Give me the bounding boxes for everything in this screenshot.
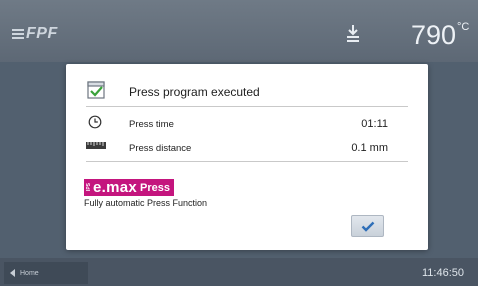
function-description: Fully automatic Press Function bbox=[84, 198, 208, 208]
dialog-title: Press program executed bbox=[129, 85, 260, 99]
logo-lines-icon bbox=[12, 27, 24, 41]
emax-press-logo: IPS e.max Press bbox=[84, 179, 175, 196]
bottom-bar: Home 11:46:50 bbox=[0, 258, 478, 286]
press-distance-value: 0.1 mm bbox=[351, 142, 388, 154]
temperature-unit: °C bbox=[457, 21, 470, 33]
heater-icon bbox=[347, 25, 359, 42]
brand-prefix: IPS bbox=[86, 183, 92, 192]
back-arrow-icon bbox=[10, 269, 15, 277]
press-time-value: 01:11 bbox=[361, 118, 388, 130]
press-distance-label: Press distance bbox=[129, 143, 192, 154]
home-label: Home bbox=[20, 269, 39, 277]
clock-icon bbox=[88, 115, 102, 129]
logo-text: FPF bbox=[26, 25, 58, 42]
check-document-icon bbox=[87, 81, 105, 99]
ruler-icon bbox=[86, 142, 106, 149]
fpf-logo: FPF bbox=[12, 25, 58, 43]
temperature-value: 790 bbox=[411, 20, 457, 50]
brand-suffix: Press bbox=[140, 181, 171, 194]
confirm-button[interactable] bbox=[351, 215, 384, 237]
divider bbox=[86, 161, 408, 162]
checkmark-icon bbox=[361, 221, 374, 232]
brand-name: e.max bbox=[93, 179, 138, 196]
top-status-bar: FPF 790 °C bbox=[0, 0, 478, 62]
current-time: 11:46:50 bbox=[421, 267, 464, 279]
press-time-label: Press time bbox=[129, 119, 174, 130]
divider bbox=[86, 106, 408, 107]
press-result-dialog: Press program executed Press time 01:11 … bbox=[66, 64, 428, 250]
home-button[interactable]: Home bbox=[4, 262, 88, 284]
